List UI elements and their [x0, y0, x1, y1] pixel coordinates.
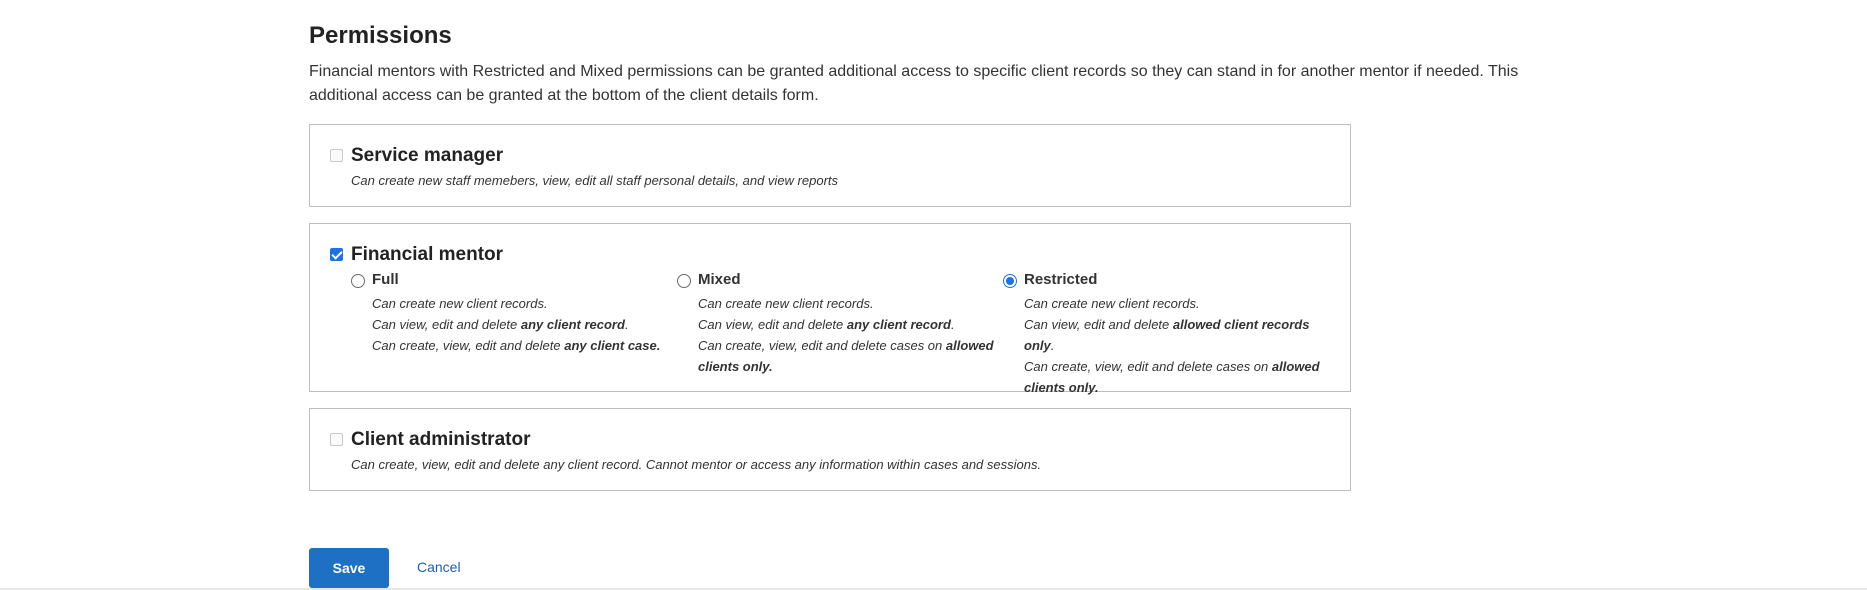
mixed-line-2-end: . [950, 317, 955, 332]
intro-text: Financial mentors with Restricted and Mi… [309, 63, 1519, 104]
mixed-line-2: Can view, edit and delete any client rec… [698, 314, 998, 335]
full-line-2-end: . [624, 317, 629, 332]
cancel-link[interactable]: Cancel [417, 559, 461, 575]
full-radio[interactable] [351, 274, 365, 288]
save-button[interactable]: Save [309, 548, 389, 588]
service-manager-card: Service manager Can create new staff mem… [309, 124, 1351, 207]
full-description: Can create new client records. Can view,… [372, 293, 672, 356]
restricted-radio[interactable] [1003, 274, 1017, 288]
financial-mentor-checkbox[interactable] [330, 248, 343, 261]
restricted-line-2: Can view, edit and delete allowed client… [1024, 314, 1324, 356]
page-title: Permissions [309, 22, 452, 49]
service-manager-title: Service manager [351, 145, 504, 166]
mixed-line-2-text: Can view, edit and delete [698, 317, 847, 332]
service-manager-checkbox[interactable] [330, 149, 343, 162]
mixed-label: Mixed [698, 271, 741, 288]
restricted-line-3: Can create, view, edit and delete cases … [1024, 356, 1324, 398]
full-line-3: Can create, view, edit and delete any cl… [372, 335, 672, 356]
restricted-description: Can create new client records. Can view,… [1024, 293, 1324, 398]
mixed-description: Can create new client records. Can view,… [698, 293, 998, 377]
mixed-line-1: Can create new client records. [698, 296, 874, 311]
full-label: Full [372, 271, 399, 288]
restricted-label: Restricted [1024, 271, 1098, 288]
permissions-page: Permissions Financial mentors with Restr… [0, 0, 1867, 590]
client-administrator-title: Client administrator [351, 429, 531, 450]
mixed-radio[interactable] [677, 274, 691, 288]
full-line-2-emphasis: any client record [520, 317, 625, 332]
financial-mentor-card: Financial mentor Full Can create new cli… [309, 223, 1351, 395]
mixed-line-3: Can create, view, edit and delete cases … [698, 335, 998, 377]
mixed-line-2-emphasis: any client record [846, 317, 951, 332]
client-administrator-checkbox[interactable] [330, 433, 343, 446]
restricted-line-1: Can create new client records. [1024, 296, 1200, 311]
client-administrator-description: Can create, view, edit and delete any cl… [351, 457, 1042, 472]
mixed-line-3-text: Can create, view, edit and delete cases … [698, 338, 946, 353]
financial-mentor-title: Financial mentor [351, 244, 504, 265]
full-line-3-emphasis: any client case. [564, 338, 661, 353]
full-line-3-text: Can create, view, edit and delete [372, 338, 565, 353]
client-administrator-card: Client administrator Can create, view, e… [309, 408, 1351, 491]
restricted-line-2-text: Can view, edit and delete [1024, 317, 1173, 332]
restricted-line-2-end: . [1050, 338, 1055, 353]
full-line-2: Can view, edit and delete any client rec… [372, 314, 672, 335]
service-manager-description: Can create new staff memebers, view, edi… [351, 173, 839, 188]
full-line-2-text: Can view, edit and delete [372, 317, 521, 332]
full-line-1: Can create new client records. [372, 296, 548, 311]
restricted-line-3-text: Can create, view, edit and delete cases … [1024, 359, 1272, 374]
